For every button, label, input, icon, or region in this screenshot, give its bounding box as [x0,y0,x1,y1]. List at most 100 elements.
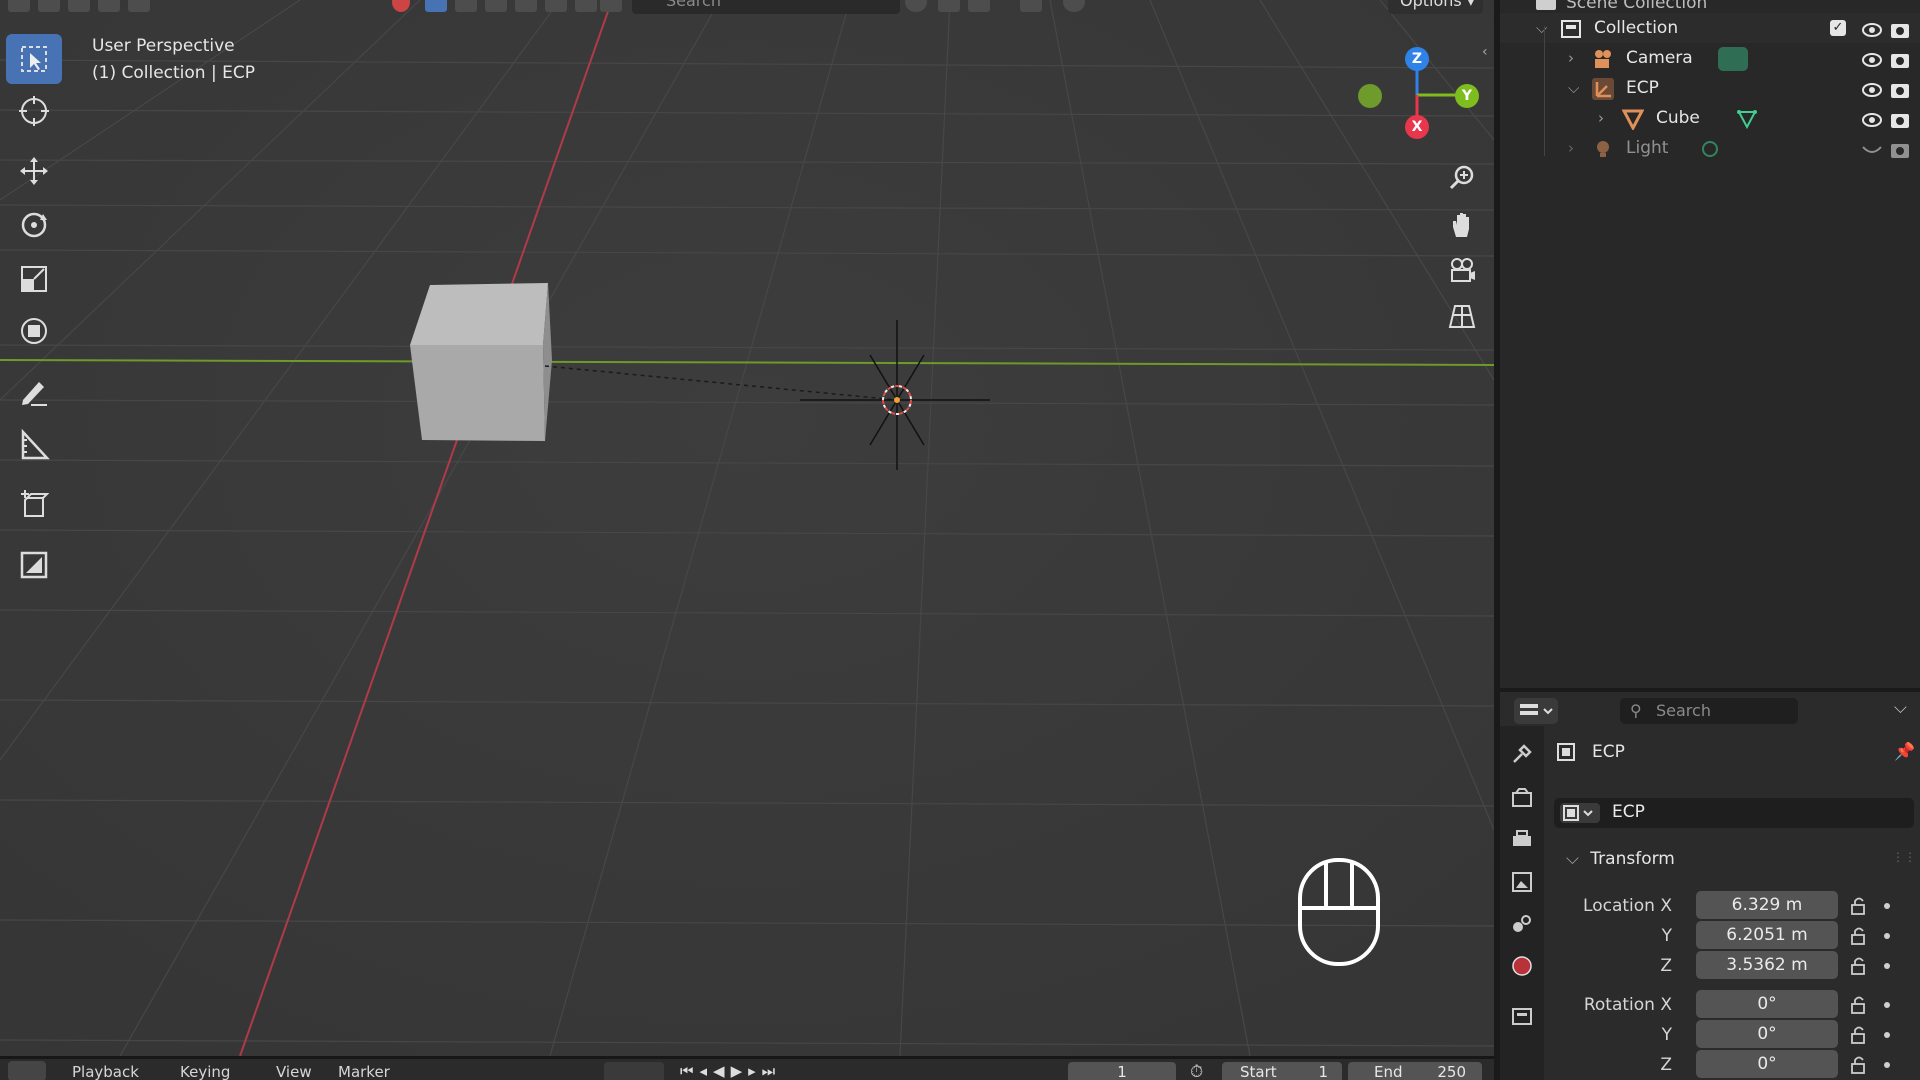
camera-data-icon[interactable] [1718,47,1748,71]
mode-icon[interactable] [8,0,30,12]
bookmark-icon[interactable] [938,0,960,12]
object-name-field[interactable]: ECP [1554,798,1914,828]
add-cube-tool[interactable] [6,480,62,530]
lock-icon[interactable] [1850,1026,1868,1044]
checkbox-icon[interactable]: ✓ [1830,20,1846,36]
tab-output[interactable] [1508,826,1536,854]
outliner-row-ecp[interactable]: ⌵ ECP [1500,73,1920,103]
pin-icon[interactable]: 📌 [1894,742,1915,762]
current-frame-field[interactable]: 1 [1068,1062,1176,1080]
location-x-field[interactable]: 6.329 m [1696,891,1838,919]
outliner-row-collection[interactable]: ⌵ Collection ✓ [1500,13,1920,43]
perspective-toggle-button[interactable] [1444,298,1480,334]
rotation-y-field[interactable]: 0° [1696,1020,1838,1048]
render-icon[interactable] [1890,49,1910,68]
location-z-field[interactable]: 3.5362 m [1696,951,1838,979]
tab-tool[interactable] [1508,740,1536,768]
tab-world[interactable] [1508,952,1536,980]
object-type-icon[interactable] [515,0,537,12]
cube-object[interactable] [410,283,552,441]
object-type-icon[interactable] [575,0,597,12]
select-mode-icon[interactable] [98,0,120,12]
object-type-icon[interactable] [485,0,507,12]
keyframe-dot-icon[interactable] [1884,963,1890,969]
keying-menu[interactable]: Keying [180,1063,230,1080]
chevron-right-icon[interactable]: › [1568,43,1574,73]
keyframe-dot-icon[interactable] [1884,933,1890,939]
object-type-icon[interactable] [455,0,477,12]
editor-type-dropdown[interactable] [1514,698,1558,724]
rotate-tool[interactable] [6,200,62,250]
lock-icon[interactable] [1850,897,1868,915]
render-icon[interactable] [1890,79,1910,98]
location-y-field[interactable]: 6.2051 m [1696,921,1838,949]
outliner-row-camera[interactable]: › Camera [1500,43,1920,73]
eye-icon[interactable] [1862,79,1882,97]
measure-tool[interactable] [6,420,62,470]
chevron-down-icon[interactable]: ⌵ [1536,13,1547,43]
3d-viewport[interactable]: Search Options ▾ User Perspective (1) Co… [0,0,1494,1056]
keyframe-dot-icon[interactable] [1884,1032,1890,1038]
stopwatch-icon[interactable]: ⏱ [1190,1062,1212,1080]
keyframe-dot-icon[interactable] [1884,1062,1890,1068]
zoom-button[interactable] [1444,160,1480,196]
lock-icon[interactable] [1850,1056,1868,1074]
start-frame-field[interactable]: Start 1 [1222,1062,1342,1080]
select-mode-icon[interactable] [68,0,90,12]
x-axis-button[interactable]: X [1405,115,1429,139]
tab-render[interactable] [1508,784,1536,812]
editor-type-icon[interactable] [8,1061,46,1080]
render-icon[interactable] [1890,19,1910,38]
proportional-icon[interactable] [1020,0,1042,12]
tab-view-layer[interactable] [1508,868,1536,896]
keyframe-dot-icon[interactable] [1884,1002,1890,1008]
chevron-down-icon[interactable]: ⌵ [1894,698,1907,718]
select-mode-icon[interactable] [38,0,60,12]
drag-handle-icon[interactable]: ⋮⋮ [1892,850,1916,864]
color-icon[interactable] [392,0,410,12]
area-divider[interactable] [1500,688,1920,692]
select-box-tool[interactable] [6,34,62,84]
add-image-tool[interactable] [6,540,62,590]
eye-icon[interactable] [1862,109,1882,127]
annotate-tool[interactable] [6,366,62,416]
transform-tool[interactable] [6,306,62,356]
end-frame-field[interactable]: End 250 [1348,1062,1482,1080]
z-axis-button[interactable]: Z [1405,47,1429,71]
outliner-row-cube[interactable]: › Cube [1500,103,1920,133]
lock-icon[interactable] [1850,927,1868,945]
render-icon[interactable] [1890,139,1910,158]
tab-collection[interactable] [1508,1002,1536,1030]
eye-closed-icon[interactable] [1862,139,1882,157]
chevron-right-icon[interactable]: › [1568,133,1574,163]
pan-button[interactable] [1444,206,1480,242]
transform-panel-header[interactable]: ⌵ Transform [1566,849,1675,869]
lock-icon[interactable] [1850,957,1868,975]
render-icon[interactable] [1890,109,1910,128]
snap-icon[interactable] [968,0,990,12]
tab-scene[interactable] [1508,910,1536,938]
keyframe-dot-icon[interactable] [1884,903,1890,909]
shield-icon[interactable] [1063,0,1085,12]
select-mode-icon[interactable] [128,0,150,12]
camera-view-button[interactable] [1444,252,1480,288]
sidebar-toggle-icon[interactable]: ‹ [1482,44,1488,60]
overlay-icon[interactable] [905,0,927,12]
options-dropdown[interactable]: Options ▾ [1388,0,1483,14]
object-type-icon[interactable] [425,0,447,12]
chevron-down-icon[interactable]: ⌵ [1568,73,1579,103]
viewport-search-field[interactable]: Search [632,0,900,14]
properties-search-field[interactable]: ⚲ Search [1620,698,1798,724]
cursor-tool[interactable] [6,86,62,136]
object-type-icon[interactable] [600,0,622,12]
eye-icon[interactable] [1862,49,1882,67]
rotation-z-field[interactable]: 0° [1696,1050,1838,1078]
view-menu[interactable]: View [276,1063,312,1080]
chevron-right-icon[interactable]: › [1598,103,1604,133]
object-browse-icon[interactable] [1560,803,1600,823]
move-tool[interactable] [6,146,62,196]
lock-icon[interactable] [1850,996,1868,1014]
auto-key-button[interactable] [604,1062,664,1080]
playback-menu[interactable]: Playback [72,1063,139,1080]
eye-icon[interactable] [1862,19,1882,37]
